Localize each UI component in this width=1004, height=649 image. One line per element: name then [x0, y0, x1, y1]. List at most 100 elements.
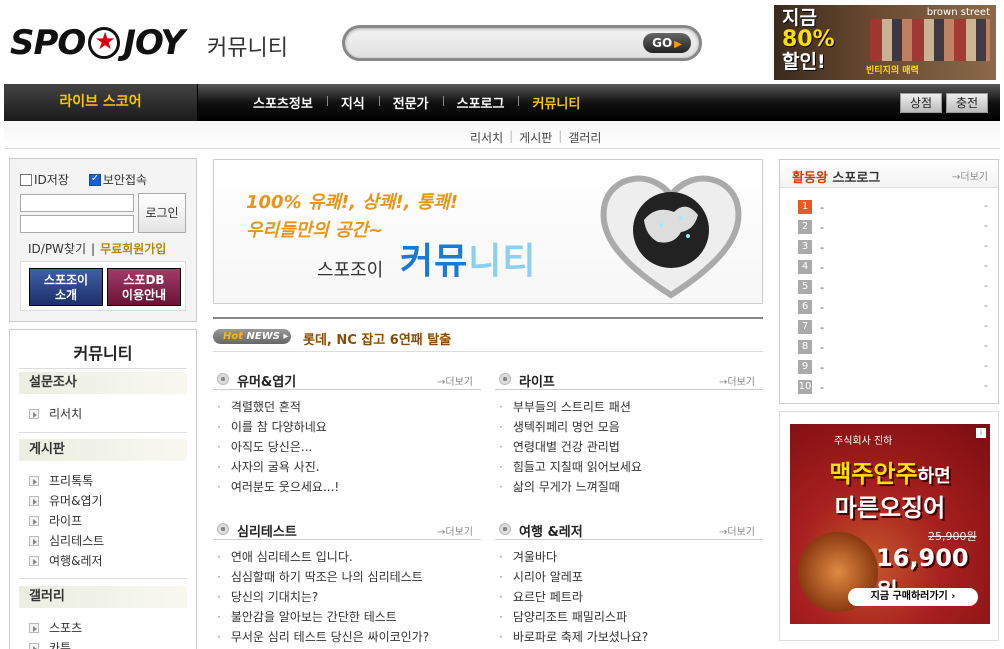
secure-login-checkbox[interactable]: 보안접속: [88, 171, 148, 188]
nav-item-community[interactable]: 커뮤니티: [518, 93, 594, 112]
board-title[interactable]: 심리테스트: [237, 521, 297, 540]
list-item[interactable]: 당신의 기대치는?: [217, 588, 429, 608]
list-item[interactable]: 여러분도 웃으세요...!: [217, 478, 339, 498]
bullet-icon: [499, 523, 511, 535]
sidebar-item-label: 프리톡톡: [49, 474, 94, 488]
ranking-row[interactable]: 9--: [798, 357, 988, 377]
ranking-row[interactable]: 2--: [798, 217, 988, 237]
checkbox-unchecked-icon: [20, 173, 32, 186]
squid-snack-ad[interactable]: i 주식회사 진하 맥주안주하면 마른오징어 25,900원 16,900원 지…: [790, 424, 990, 624]
nav-item-knowledge[interactable]: 지식: [326, 93, 379, 112]
ranking-row[interactable]: 8--: [798, 337, 988, 357]
save-id-checkbox[interactable]: ID저장: [20, 171, 69, 188]
site-logo[interactable]: SPO JOY: [10, 22, 185, 64]
list-item[interactable]: 바로파로 축제 가보셨나요?: [499, 628, 648, 648]
nav-right-buttons: 상점 충전: [900, 93, 988, 113]
ranking-header: 활동왕 스포로그 →더보기: [780, 160, 998, 188]
category-survey[interactable]: 설문조사: [19, 372, 187, 394]
spodb-guide-button[interactable]: 스포DB 이용안내: [107, 268, 181, 306]
divider: [19, 578, 187, 579]
search-go-button[interactable]: GO ▶: [643, 33, 691, 53]
ranking-row[interactable]: 3--: [798, 237, 988, 257]
rank-number: 8: [798, 340, 812, 354]
rank-value: -: [984, 339, 988, 352]
list-item[interactable]: 부부들의 스트리트 패션: [499, 398, 642, 418]
heart-globe-icon: [600, 175, 742, 299]
go-label: GO: [652, 36, 673, 50]
subnav-research[interactable]: 리서치: [470, 129, 503, 146]
subnav-gallery[interactable]: 갤러리: [568, 129, 601, 146]
list-item[interactable]: 사자의 굴욕 사진.: [217, 458, 339, 478]
id-field[interactable]: [20, 194, 134, 212]
section-title: 커뮤니티: [207, 36, 288, 61]
list-item[interactable]: 이를 참 다양하네요: [217, 418, 339, 438]
ranking-row[interactable]: 1--: [798, 197, 988, 217]
sidebar-item-humor[interactable]: 유머&엽기: [29, 492, 103, 509]
sidebar-item-freetalk[interactable]: 프리톡톡: [29, 472, 93, 489]
subnav-board[interactable]: 게시판: [519, 129, 552, 146]
list-item[interactable]: 시리아 알레포: [499, 568, 648, 588]
more-link[interactable]: →더보기: [952, 168, 988, 183]
list-item[interactable]: 불안감을 알아보는 간단한 테스트: [217, 608, 429, 628]
join-link[interactable]: 무료회원가입: [100, 242, 166, 256]
list-item[interactable]: 연애 심리테스트 입니다.: [217, 548, 429, 568]
charge-button[interactable]: 충전: [946, 93, 988, 113]
board-title[interactable]: 유머&엽기: [237, 371, 296, 390]
list-item[interactable]: 연령대별 건강 관리법: [499, 438, 642, 458]
list-item[interactable]: 생텍쥐페리 명언 모음: [499, 418, 642, 438]
nav-item-expert[interactable]: 전문가: [378, 93, 443, 112]
about-spojoy-button[interactable]: 스포조이 소개: [29, 268, 103, 306]
more-link[interactable]: →더보기: [719, 523, 755, 538]
ranking-row[interactable]: 7--: [798, 317, 988, 337]
board-title[interactable]: 라이프: [519, 371, 555, 390]
sidebar-item-life[interactable]: 라이프: [29, 512, 82, 529]
more-link[interactable]: →더보기: [719, 373, 755, 388]
secure-login-label: 보안접속: [102, 173, 148, 187]
rank-number: 6: [798, 300, 812, 314]
list-item[interactable]: 겨울바다: [499, 548, 648, 568]
list-item[interactable]: 격렬했던 흔적: [217, 398, 339, 418]
list-item[interactable]: 삶의 무게가 느껴질때: [499, 478, 642, 498]
top-banner-ad[interactable]: 지금 80% 할인! brown street 빈티지의 매력: [774, 5, 996, 80]
more-link[interactable]: →더보기: [437, 523, 473, 538]
more-link[interactable]: →더보기: [437, 373, 473, 388]
nav-menu: 스포츠정보 지식 전문가 스포로그 커뮤니티: [239, 84, 594, 121]
list-item[interactable]: 요르단 페트라: [499, 588, 648, 608]
arrow-right-icon: [29, 642, 39, 649]
sidebar-item-psychtest[interactable]: 심리테스트: [29, 532, 104, 549]
shop-button[interactable]: 상점: [900, 93, 942, 113]
login-button[interactable]: 로그인: [138, 193, 186, 233]
list-item[interactable]: 아직도 당신은...: [217, 438, 339, 458]
rank-value: -: [984, 299, 988, 312]
category-board[interactable]: 게시판: [19, 439, 187, 461]
category-gallery[interactable]: 갤러리: [19, 586, 187, 608]
list-item[interactable]: 담양리조트 패밀리스파: [499, 608, 648, 628]
password-field[interactable]: [20, 215, 134, 233]
post-list: 격렬했던 흔적 이를 참 다양하네요 아직도 당신은... 사자의 굴욕 사진.…: [217, 398, 339, 498]
board-title[interactable]: 여행 &레저: [519, 521, 583, 540]
sidebar-item-travel[interactable]: 여행&레저: [29, 552, 103, 569]
rank-number: 4: [798, 260, 812, 274]
sidebar-item-sports[interactable]: 스포츠: [29, 619, 82, 636]
live-score-link[interactable]: 라이브 스코어: [4, 84, 198, 121]
board-travel: 여행 &레저 →더보기 겨울바다 시리아 알레포 요르단 페트라 담양리조트 패…: [495, 518, 763, 649]
find-idpw-link[interactable]: ID/PW찾기: [28, 242, 86, 256]
ranking-row[interactable]: 6--: [798, 297, 988, 317]
banner-title-part2: 니티: [468, 241, 537, 282]
sidebar-item-research[interactable]: 리서치: [29, 405, 82, 422]
list-item[interactable]: 심심할때 하기 딱조은 나의 심리테스트: [217, 568, 429, 588]
hot-news-headline[interactable]: 롯데, NC 잡고 6연패 탈출: [303, 329, 451, 348]
ranking-row[interactable]: 5--: [798, 277, 988, 297]
ranking-row[interactable]: 10- -: [798, 377, 988, 397]
search-input[interactable]: [361, 33, 641, 53]
nav-item-sporlog[interactable]: 스포로그: [442, 93, 519, 112]
ad-info-icon[interactable]: i: [976, 428, 986, 438]
badge-news: NEWS: [246, 331, 280, 342]
list-item[interactable]: 힘들고 지칠때 읽어보세요: [499, 458, 642, 478]
list-item[interactable]: 무서운 심리 테스트 당신은 싸이코인가?: [217, 628, 429, 648]
ad-buy-button[interactable]: 지금 구매하러가기 ›: [848, 588, 978, 606]
ranking-row[interactable]: 4--: [798, 257, 988, 277]
sidebar-item-cartoon[interactable]: 카툰: [29, 639, 71, 649]
nav-item-sports-info[interactable]: 스포츠정보: [239, 93, 327, 112]
main-nav: 라이브 스코어 스포츠정보 지식 전문가 스포로그 커뮤니티 상점 충전: [4, 84, 1000, 121]
